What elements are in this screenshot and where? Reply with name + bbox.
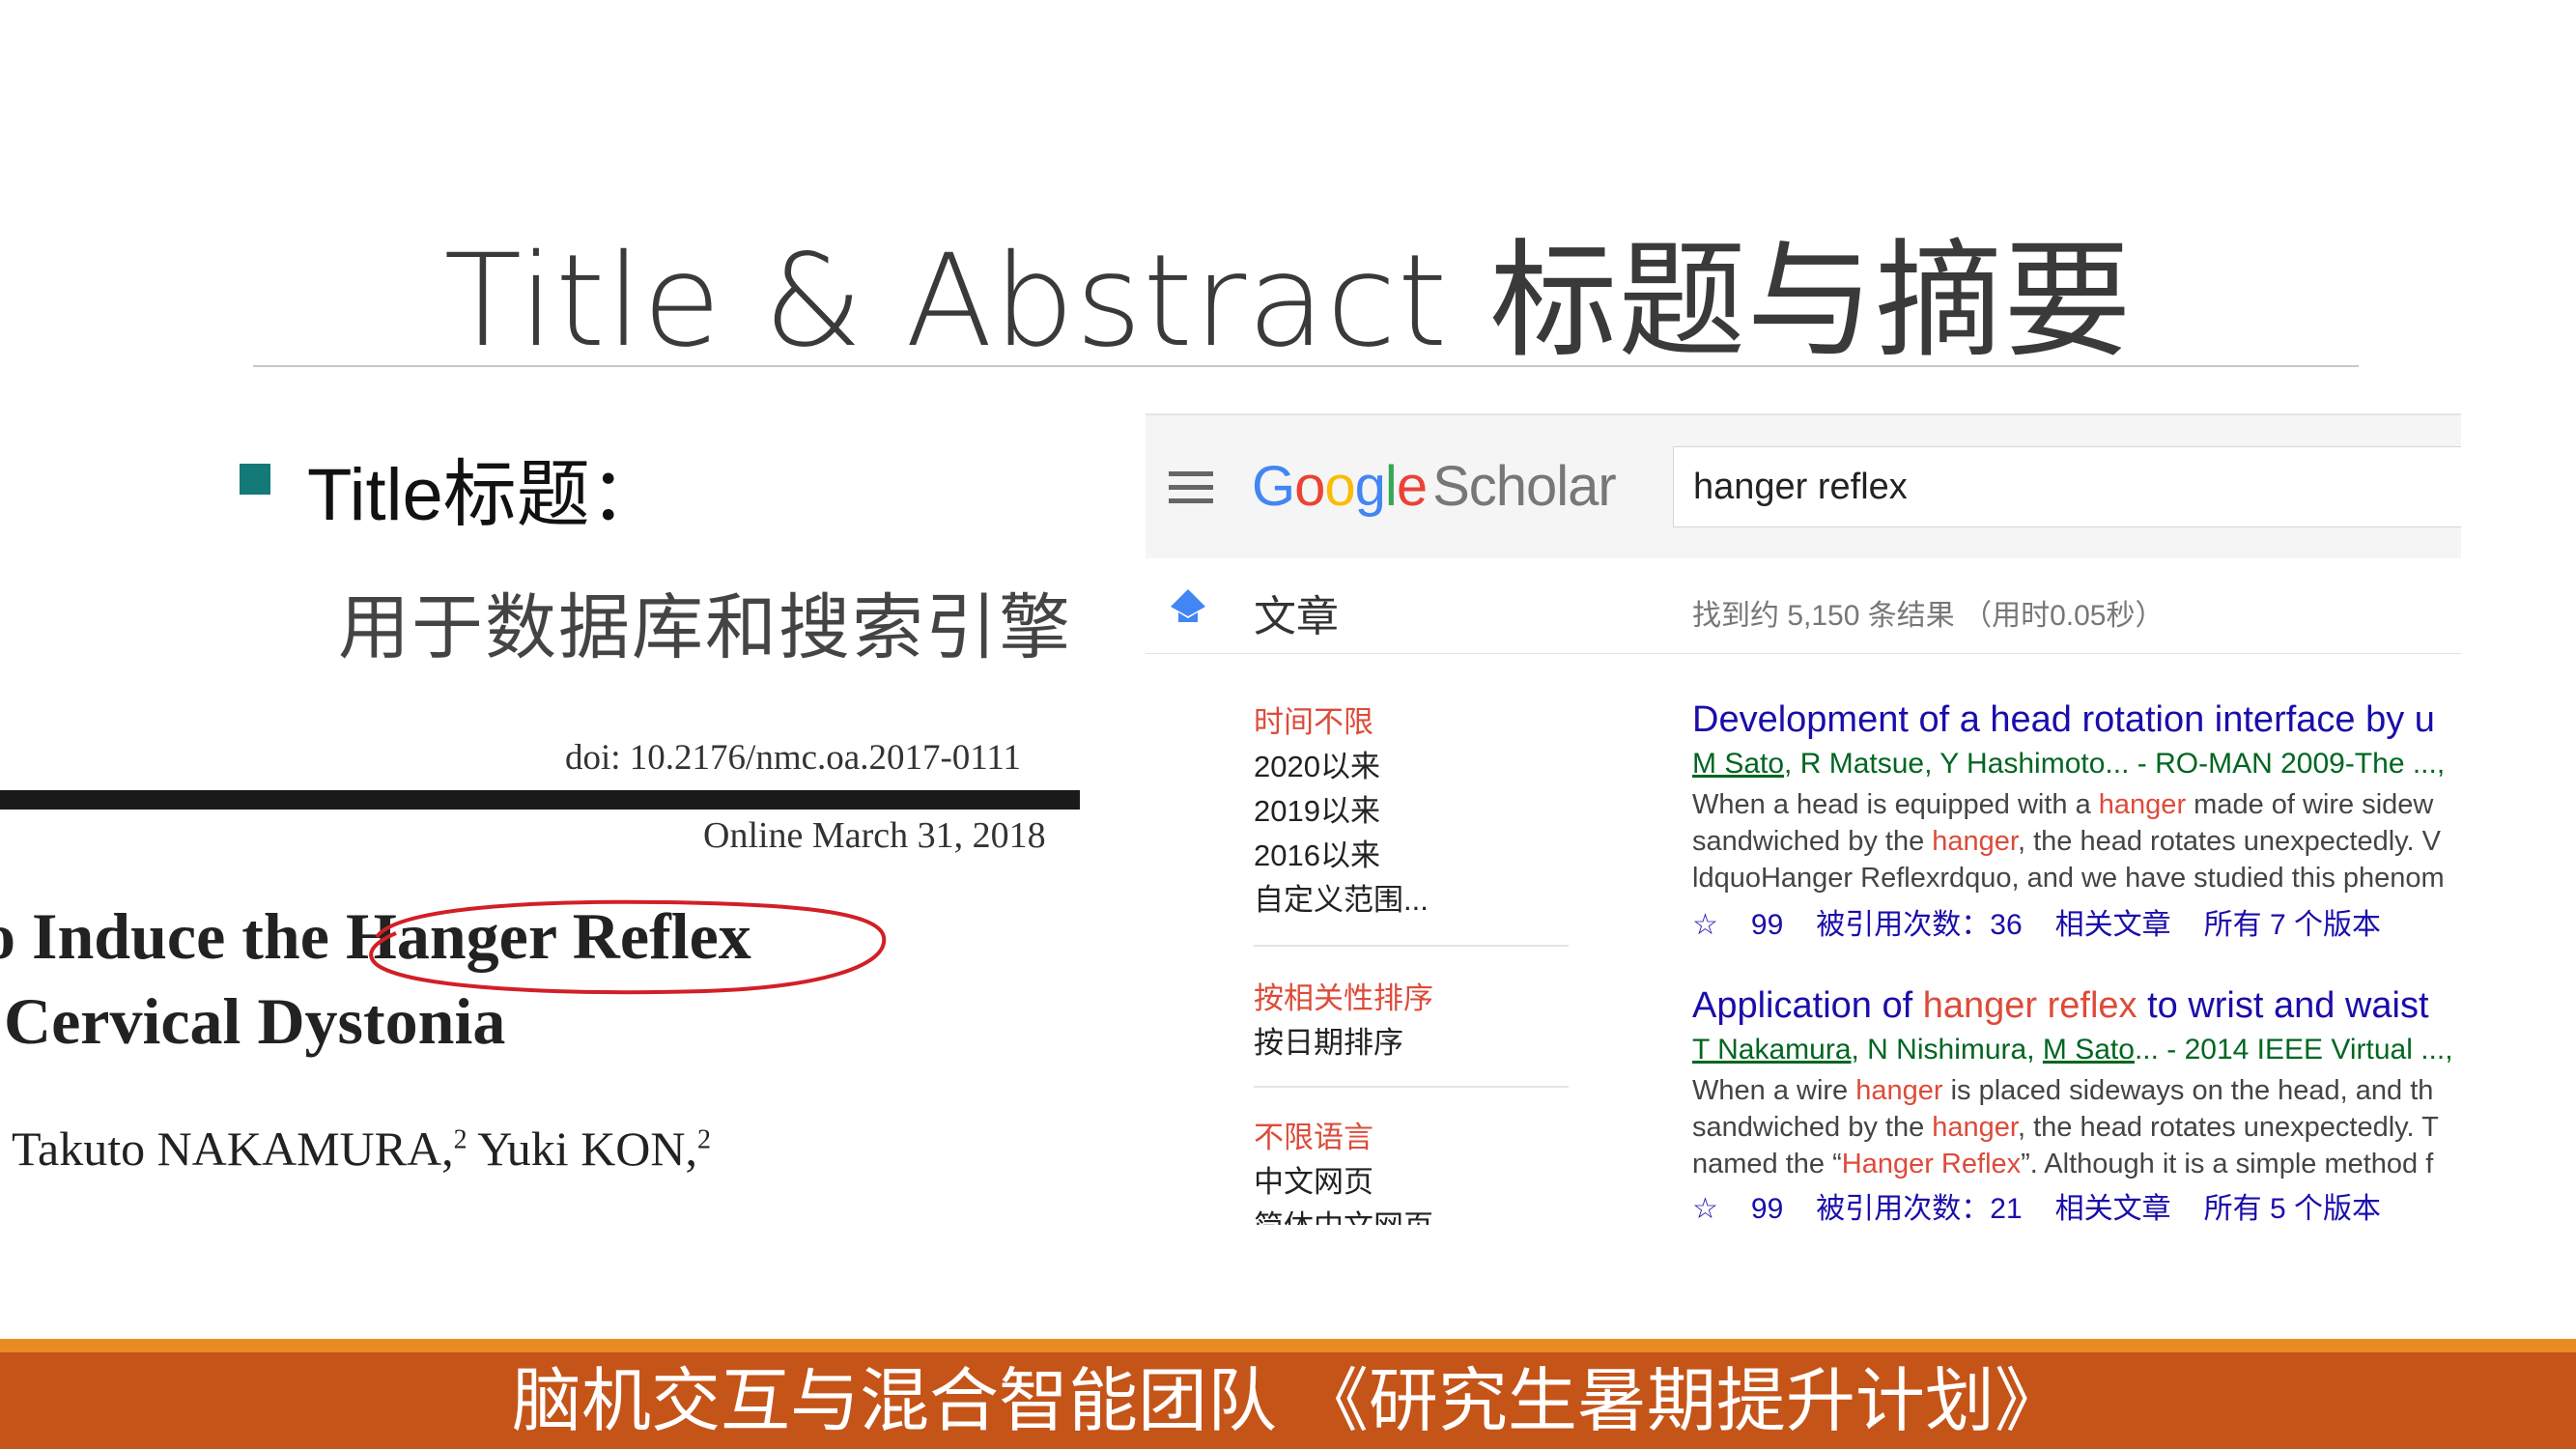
paper-authors: Takuto NAKAMURA,2 Yuki KON,2 [12, 1121, 711, 1177]
scholar-header: Google Scholar [1146, 415, 2461, 559]
author-link[interactable]: M Sato [2043, 1034, 2135, 1065]
save-star-icon[interactable]: ☆ [1692, 909, 1718, 941]
all-versions-link[interactable]: 所有 7 个版本 [2204, 909, 2381, 941]
author-link[interactable]: T Nakamura [1692, 1034, 1852, 1065]
red-highlight-circle [369, 899, 887, 995]
title-divider [253, 365, 2359, 367]
result-title[interactable]: Development of a head rotation interface… [1692, 699, 2435, 741]
lang-simplified-chinese[interactable]: 简体中文网页 [1254, 1202, 1433, 1225]
result-authors: T Nakamura, N Nishimura, M Sato... - 201… [1692, 1034, 2453, 1065]
bullet-square-icon [240, 464, 270, 495]
cite-quote-icon[interactable]: 99 [1751, 909, 1783, 941]
author-link[interactable]: M Sato [1692, 748, 1784, 780]
cited-by-link[interactable]: 被引用次数：36 [1816, 909, 2022, 941]
author-name: Yuki KON, [467, 1122, 698, 1176]
cited-by-link[interactable]: 被引用次数：21 [1816, 1193, 2022, 1225]
footer-text: 脑机交互与混合智能团队 《研究生暑期提升计划》 [512, 1360, 2064, 1441]
filter-since-2020[interactable]: 2020以来 [1254, 742, 1380, 785]
result-title[interactable]: Application of hanger reflex to wrist an… [1692, 985, 2429, 1027]
paper-header-rule [0, 790, 1080, 810]
result-authors: M Sato, R Matsue, Y Hashimoto... - RO-MA… [1692, 748, 2446, 780]
sort-by-date[interactable]: 按日期排序 [1254, 1018, 1403, 1062]
paper-doi: doi: 10.2176/nmc.oa.2017-0111 [565, 738, 1022, 778]
scholar-results-bar: 文章 找到约 5,150 条结果 （用时0.05秒） [1146, 558, 2461, 654]
sidebar-divider [1254, 945, 1569, 947]
google-scholar-screenshot: GoogleScholar 文章 找到约 5,150 条结果 （用时0.05秒）… [1146, 413, 2461, 1225]
result-snippet: named the “Hanger Reflex”. Although it i… [1692, 1149, 2434, 1179]
cite-quote-icon[interactable]: 99 [1751, 1193, 1783, 1225]
paper-title-prefix: o Induce the [0, 899, 346, 973]
result-actions: ☆ 99 被引用次数：36 相关文章 所有 7 个版本 [1692, 900, 2414, 943]
graduation-cap-icon [1171, 589, 1205, 622]
footer-accent-stripe [0, 1339, 2576, 1352]
author-affil: 2 [453, 1124, 467, 1155]
sort-by-relevance[interactable]: 按相关性排序 [1254, 974, 1433, 1017]
paper-online-date: Online March 31, 2018 [703, 815, 1046, 856]
all-versions-link[interactable]: 所有 5 个版本 [2204, 1193, 2381, 1225]
result-snippet: When a wire hanger is placed sideways on… [1692, 1075, 2434, 1106]
bullet-subtext: 用于数据库和搜索引擎 [338, 586, 1072, 669]
bullet-label: Title标题： [307, 454, 664, 536]
author-name: Takuto NAKAMURA, [12, 1122, 454, 1176]
search-input[interactable] [1673, 446, 2461, 527]
result-snippet: sandwiched by the hanger, the head rotat… [1692, 826, 2441, 857]
filter-since-2019[interactable]: 2019以来 [1254, 786, 1380, 830]
result-count: 找到约 5,150 条结果 （用时0.05秒） [1692, 600, 2165, 632]
hamburger-menu-icon[interactable] [1169, 471, 1213, 504]
result-snippet: ldquoHanger Reflexrdquo, and we have stu… [1692, 863, 2445, 894]
lang-any[interactable]: 不限语言 [1254, 1113, 1373, 1156]
lang-chinese[interactable]: 中文网页 [1254, 1157, 1373, 1201]
sidebar-divider [1254, 1086, 1569, 1088]
filter-since-2016[interactable]: 2016以来 [1254, 831, 1380, 874]
filter-custom-range[interactable]: 自定义范围... [1254, 875, 1429, 919]
related-articles-link[interactable]: 相关文章 [2055, 1193, 2171, 1225]
slide-title: Title & Abstract 标题与摘要 [443, 227, 2133, 376]
articles-tab[interactable]: 文章 [1254, 582, 1339, 643]
result-snippet: sandwiched by the hanger, the head rotat… [1692, 1112, 2439, 1143]
filter-any-time[interactable]: 时间不限 [1254, 697, 1373, 741]
google-scholar-logo[interactable]: Google Scholar [1252, 454, 1617, 519]
result-actions: ☆ 99 被引用次数：21 相关文章 所有 5 个版本 [1692, 1184, 2414, 1225]
result-snippet: When a head is equipped with a hanger ma… [1692, 789, 2434, 820]
author-affil: 2 [697, 1124, 712, 1155]
related-articles-link[interactable]: 相关文章 [2055, 909, 2171, 941]
save-star-icon[interactable]: ☆ [1692, 1193, 1718, 1225]
